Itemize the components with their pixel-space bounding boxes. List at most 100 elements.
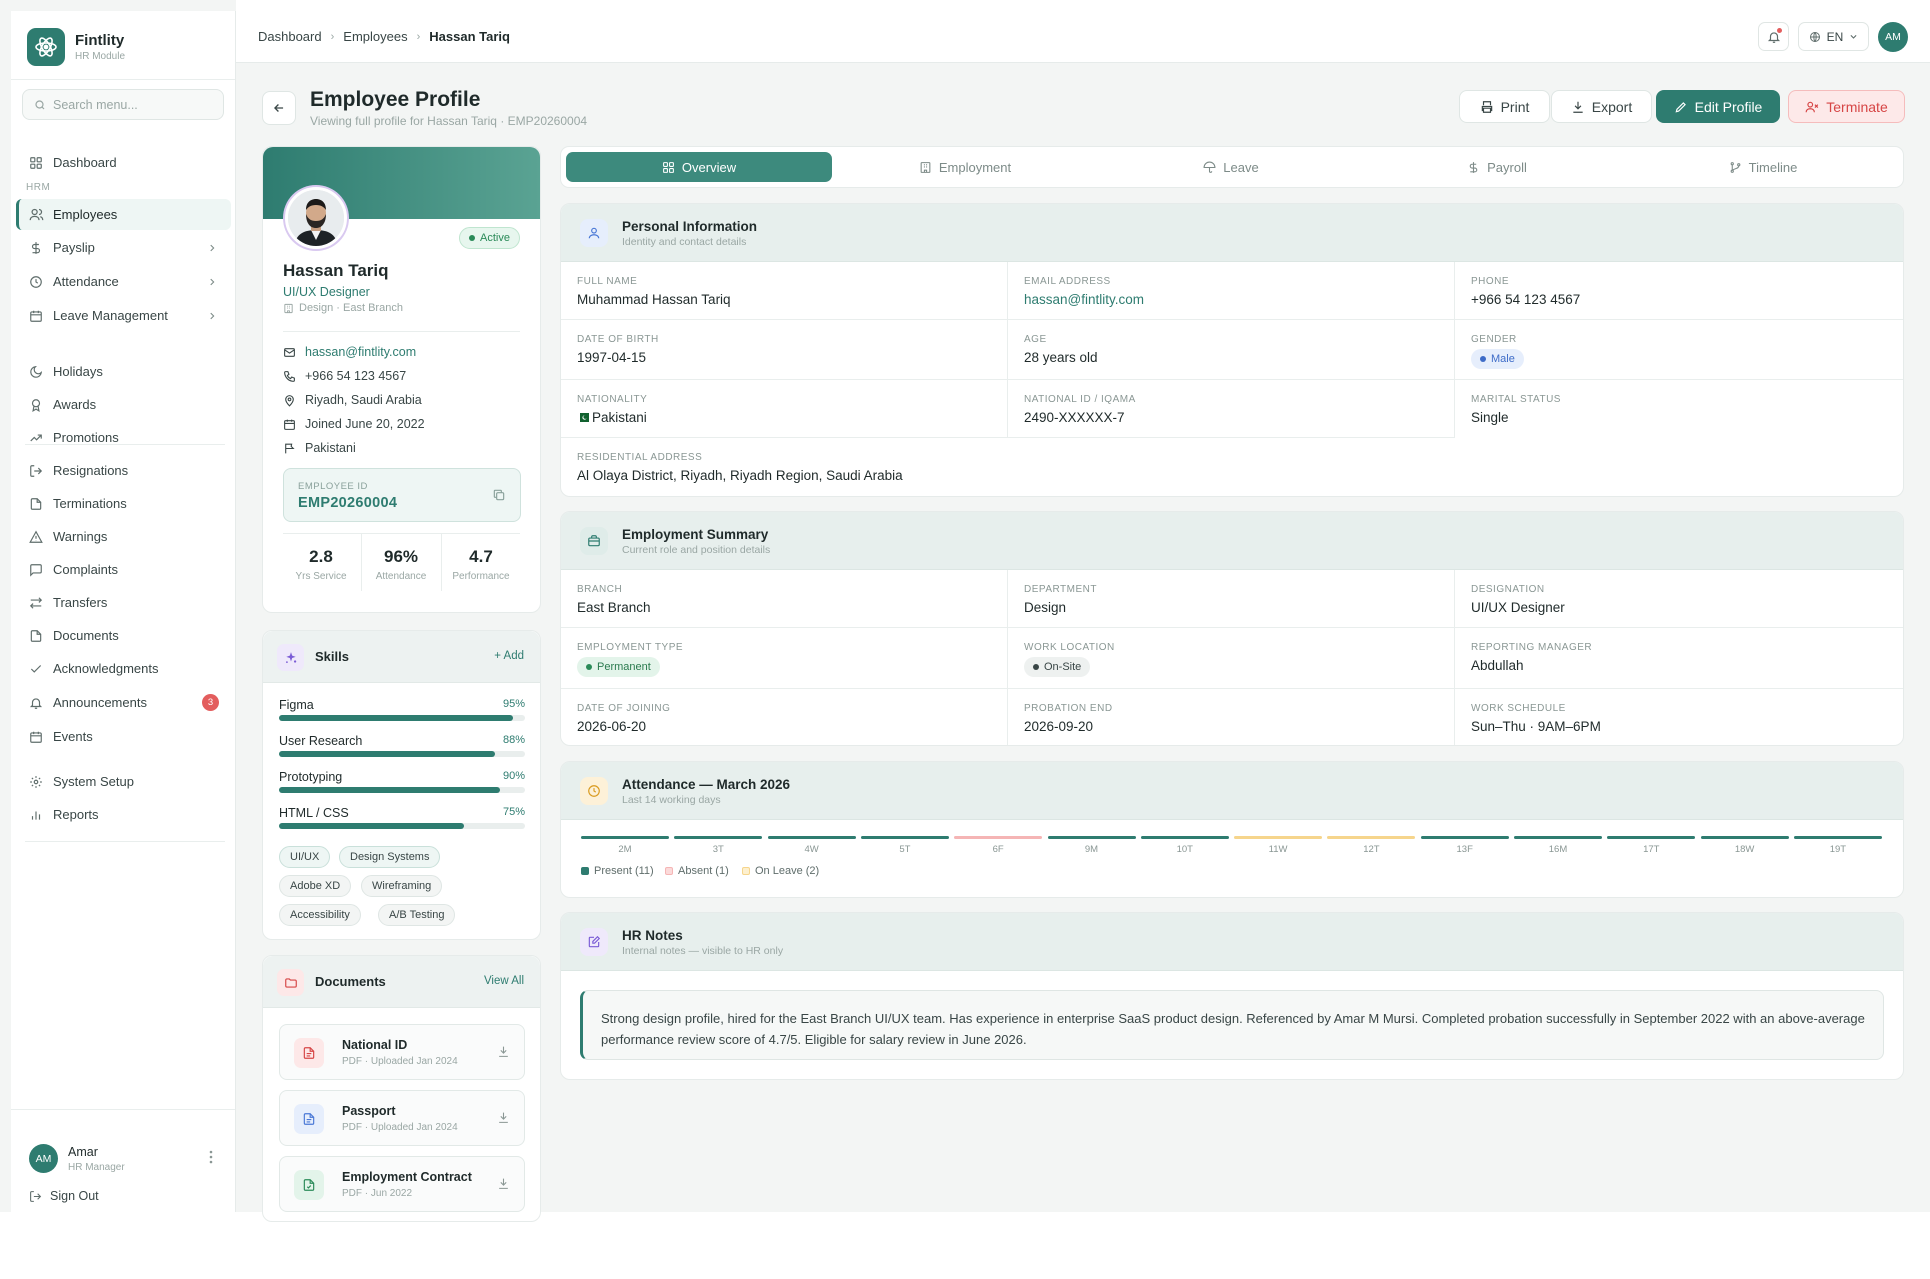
attendance-day-label: 19T [1829, 844, 1847, 855]
page-title: Employee Profile [310, 88, 481, 111]
sidebar-item-attendance[interactable]: Attendance [16, 266, 231, 297]
skill-track [279, 715, 525, 721]
status-label: Active [480, 232, 510, 244]
tab-overview[interactable]: Overview [566, 152, 832, 182]
gear-icon [28, 774, 44, 790]
field-value: Pakistani [592, 410, 647, 425]
field-employment-type: EMPLOYMENT TYPE Permanent [561, 628, 1008, 689]
edit-profile-button[interactable]: Edit Profile [1656, 90, 1780, 123]
user-role: HR Manager [68, 1162, 125, 1173]
add-skill-button[interactable]: + Add [494, 650, 524, 662]
view-all-link[interactable]: View All [484, 975, 524, 987]
tab-employment[interactable]: Employment [832, 152, 1098, 182]
skill-percent: 95% [502, 698, 525, 710]
search-input[interactable]: Search menu... [22, 89, 224, 120]
nav-label: Events [53, 729, 93, 744]
moon-icon [28, 364, 44, 380]
file-icon [28, 628, 44, 644]
legend-label: Present (11) [594, 865, 654, 877]
field-marital-status: MARITAL STATUS Single [1455, 380, 1903, 438]
contact-nationality: Pakistani [283, 441, 356, 455]
attendance-day-absent [954, 836, 1043, 839]
terminate-button[interactable]: Terminate [1788, 90, 1905, 123]
attendance-day-present [1793, 836, 1882, 839]
tab-payroll[interactable]: Payroll [1364, 152, 1630, 182]
field-work-schedule: WORK SCHEDULE Sun–Thu · 9AM–6PM [1455, 689, 1903, 745]
skill-percent: 88% [502, 734, 525, 746]
sidebar-item-system-setup[interactable]: System Setup [16, 766, 231, 797]
nav-label: Transfers [53, 595, 108, 610]
sidebar-item-events[interactable]: Events [16, 721, 231, 752]
language-select[interactable]: EN [1798, 22, 1869, 51]
sidebar-item-leave-management[interactable]: Leave Management [16, 300, 231, 331]
field-reporting-manager: REPORTING MANAGER Abdullah [1455, 628, 1903, 689]
nav-label: Warnings [53, 529, 108, 544]
sidebar-item-promotions[interactable]: Promotions [16, 422, 231, 453]
sign-out-button[interactable]: Sign Out [29, 1189, 99, 1203]
nav-label: Documents [53, 628, 119, 643]
export-button[interactable]: Export [1551, 90, 1652, 123]
sidebar-item-documents[interactable]: Documents [16, 620, 231, 651]
sidebar-item-holidays[interactable]: Holidays [16, 356, 231, 387]
employment-type-badge: Permanent [577, 657, 660, 677]
skill-tag: Design Systems [339, 846, 441, 868]
export-label: Export [1591, 98, 1633, 115]
download-icon[interactable] [497, 1045, 510, 1058]
sidebar-item-complaints[interactable]: Complaints [16, 554, 231, 585]
section-header: Employment Summary Current role and posi… [561, 512, 1903, 570]
field-value: +966 54 123 4567 [1471, 292, 1581, 307]
attendance-day-label: 4W [804, 844, 819, 855]
divider [283, 533, 520, 534]
stat-service: 2.8 Yrs Service [281, 547, 361, 582]
nav-label: Complaints [53, 562, 119, 577]
document-item[interactable]: Employment Contract PDF · Jun 2022 [279, 1156, 525, 1212]
divider [283, 331, 520, 332]
back-button[interactable] [262, 91, 296, 125]
notifications-button[interactable] [1758, 22, 1789, 51]
document-item[interactable]: Passport PDF · Uploaded Jan 2024 [279, 1090, 525, 1146]
nav-dashboard[interactable]: Dashboard [16, 147, 231, 178]
tab-label: Timeline [1748, 159, 1798, 175]
sidebar-item-employees[interactable]: Employees [16, 199, 231, 230]
contact-email[interactable]: hassan@fintlity.com [283, 345, 416, 359]
tab-leave[interactable]: Leave [1098, 152, 1364, 182]
attendance-day-label: 6F [992, 844, 1004, 855]
sidebar-item-resignations[interactable]: Resignations [16, 455, 231, 486]
breadcrumb-dashboard[interactable]: Dashboard [258, 29, 322, 44]
user-name: Amar [68, 1145, 98, 1159]
more-vertical-icon[interactable] [209, 1150, 213, 1164]
sidebar-item-reports[interactable]: Reports [16, 799, 231, 830]
sidebar-item-payslip[interactable]: Payslip [16, 232, 231, 263]
copy-icon[interactable] [492, 488, 506, 502]
download-icon[interactable] [497, 1111, 510, 1124]
legend-swatch [581, 867, 589, 875]
field-label: BRANCH [577, 584, 623, 595]
employee-id-label: EMPLOYEE ID [298, 481, 368, 492]
field-value[interactable]: hassan@fintlity.com [1024, 292, 1144, 307]
sidebar-item-warnings[interactable]: Warnings [16, 521, 231, 552]
avatar[interactable]: AM [29, 1144, 58, 1173]
atom-icon [27, 28, 65, 66]
sidebar-item-awards[interactable]: Awards [16, 389, 231, 420]
chevron-right-icon [207, 277, 217, 287]
employee-name: Hassan Tariq [283, 261, 389, 280]
document-item[interactable]: National ID PDF · Uploaded Jan 2024 [279, 1024, 525, 1080]
avatar[interactable]: AM [1878, 22, 1908, 52]
sidebar-item-announcements[interactable]: Announcements 3 [16, 687, 231, 718]
git-branch-icon [1730, 161, 1741, 173]
sidebar-item-terminations[interactable]: Terminations [16, 488, 231, 519]
map-pin-icon [285, 394, 294, 407]
breadcrumb-employees[interactable]: Employees [343, 29, 407, 44]
skills-card: Skills + Add Figma 95% User Research 88%… [262, 630, 541, 940]
download-icon[interactable] [497, 1177, 510, 1190]
sidebar-item-acknowledgments[interactable]: Acknowledgments [16, 653, 231, 684]
field-value: Design [1024, 600, 1067, 615]
field-value: 2490-XXXXXX-7 [1024, 410, 1125, 425]
print-button[interactable]: Print [1459, 90, 1550, 123]
field-gender: GENDER Male [1455, 320, 1903, 380]
stat-label: Attendance [375, 571, 427, 582]
tab-timeline[interactable]: Timeline [1630, 152, 1896, 182]
sidebar-item-transfers[interactable]: Transfers [16, 587, 231, 618]
stat-value: 96% [383, 547, 419, 566]
bell-icon [28, 695, 44, 711]
